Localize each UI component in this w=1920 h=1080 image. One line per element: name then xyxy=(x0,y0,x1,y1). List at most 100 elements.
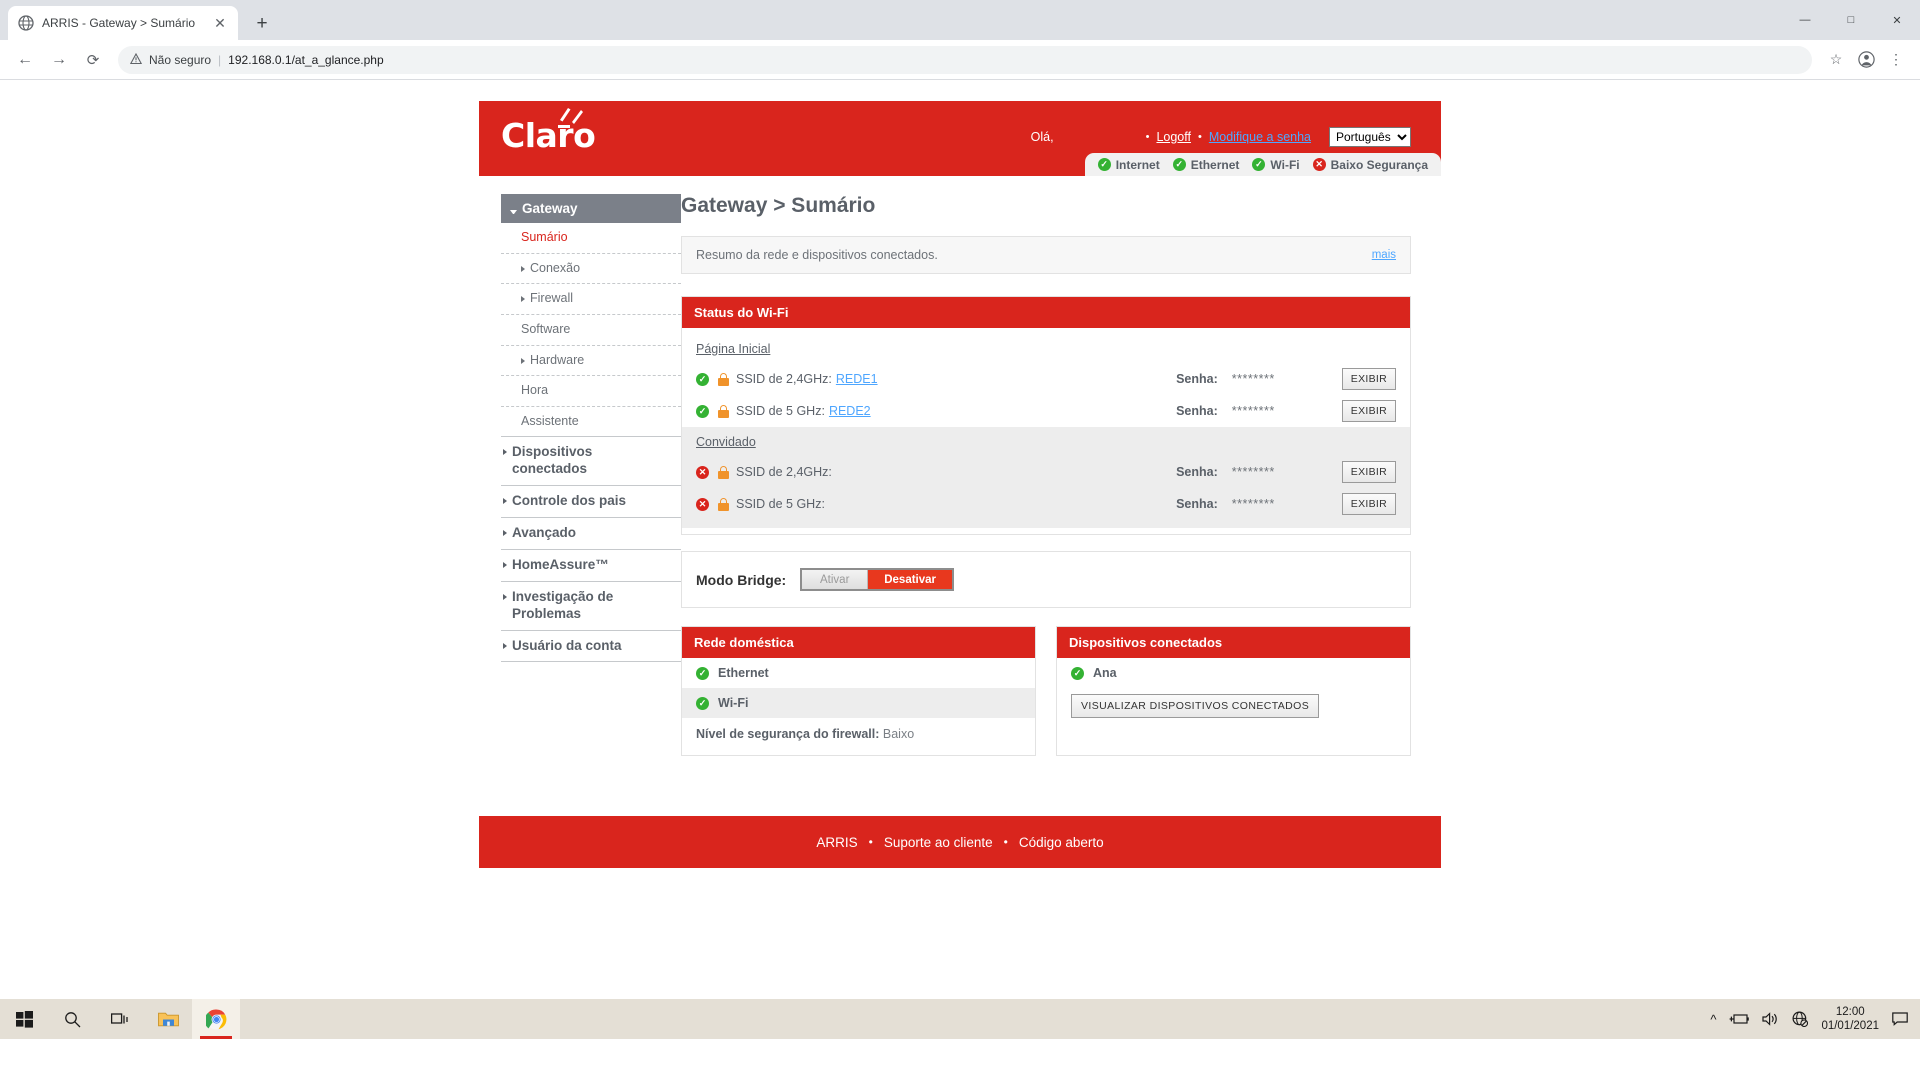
check-circle-icon: ✓ xyxy=(696,666,709,680)
taskbar-search-button[interactable] xyxy=(48,999,96,1039)
profile-avatar-icon[interactable] xyxy=(1852,46,1880,74)
taskbar-clock[interactable]: 12:00 01/01/2021 xyxy=(1821,1005,1879,1034)
reload-icon[interactable]: ⟳ xyxy=(78,45,108,75)
sidebar-item-controle-dos-pais[interactable]: Controle dos pais xyxy=(501,486,681,518)
sidebar-label-firewall: Firewall xyxy=(530,291,574,306)
minimize-button[interactable]: — xyxy=(1782,4,1828,36)
chevron-right-icon xyxy=(503,449,507,456)
claro-logo[interactable]: Claro xyxy=(501,108,596,152)
home-network-row: ✓ Ethernet xyxy=(682,658,1035,688)
close-window-button[interactable]: ✕ xyxy=(1874,4,1920,36)
view-connected-devices-button[interactable]: VISUALIZAR DISPOSITIVOS CONECTADOS xyxy=(1071,694,1320,718)
x-circle-icon: ✕ xyxy=(696,465,709,479)
sidebar-item-sumario[interactable]: Sumário xyxy=(501,223,681,254)
chevron-right-icon xyxy=(521,265,525,272)
exibir-button[interactable]: EXIBIR xyxy=(1341,400,1396,422)
forward-icon[interactable]: → xyxy=(44,45,74,75)
firewall-level-line: Nível de segurança do firewall: Baixo xyxy=(682,718,1035,755)
sidebar-label-homeassure: HomeAssure™ xyxy=(512,556,609,572)
sidebar-item-firewall[interactable]: Firewall xyxy=(501,284,681,315)
sidebar-item-conexao[interactable]: Conexão xyxy=(501,254,681,285)
status-item-ethernet[interactable]: ✓ Ethernet xyxy=(1172,158,1239,172)
chevron-right-icon xyxy=(503,530,507,536)
guest-group-label[interactable]: Convidado xyxy=(682,429,1410,456)
connected-device-name: Ana xyxy=(1093,666,1117,680)
ssid-value-link[interactable]: REDE2 xyxy=(829,404,871,418)
bridge-enable-button[interactable]: Ativar xyxy=(802,570,869,589)
tray-chevron-up-icon[interactable]: ^ xyxy=(1710,1012,1716,1027)
chevron-right-icon xyxy=(503,498,507,505)
home-network-row-label: Wi-Fi xyxy=(718,696,749,710)
footer-support-link[interactable]: Suporte ao cliente xyxy=(884,835,993,850)
senha-label: Senha: xyxy=(1176,372,1218,386)
tab-title: ARRIS - Gateway > Sumário xyxy=(42,16,196,30)
taskbar-chrome-button[interactable] xyxy=(192,999,240,1039)
change-password-link[interactable]: Modifique a senha xyxy=(1209,130,1311,144)
new-tab-button[interactable]: + xyxy=(248,9,276,37)
exibir-button[interactable]: EXIBIR xyxy=(1341,368,1396,390)
start-icon xyxy=(15,1010,33,1028)
sidebar-item-hora[interactable]: Hora xyxy=(501,376,681,407)
ssid-label: SSID de 2,4GHz: xyxy=(736,372,832,386)
lock-icon xyxy=(718,465,729,479)
sidebar-item-avancado[interactable]: Avançado xyxy=(501,518,681,550)
greeting-text: Olá, xyxy=(1030,130,1054,144)
status-item-wifi[interactable]: ✓ Wi-Fi xyxy=(1252,158,1300,172)
browser-menu-icon[interactable]: ⋮ xyxy=(1882,46,1910,74)
x-circle-icon: ✕ xyxy=(696,497,709,511)
back-icon[interactable]: ← xyxy=(10,45,40,75)
firewall-level-value: Baixo xyxy=(882,727,915,741)
sidebar-item-investigacao-de-problemas[interactable]: Investigação de Problemas xyxy=(501,582,681,631)
check-circle-icon: ✓ xyxy=(1071,666,1084,680)
chevron-right-icon xyxy=(503,642,507,649)
maximize-button[interactable]: □ xyxy=(1828,4,1874,36)
sidebar-item-assistente[interactable]: Assistente xyxy=(501,407,681,438)
network-offline-icon[interactable] xyxy=(1792,1011,1809,1027)
header-bullet-2: • xyxy=(1197,131,1202,143)
exibir-button[interactable]: EXIBIR xyxy=(1341,461,1396,483)
taskbar-task-view-button[interactable] xyxy=(96,999,144,1039)
ssid-row-icons: ✕ xyxy=(696,465,736,479)
status-item-security[interactable]: ✕ Baixo Segurança xyxy=(1312,158,1428,172)
home-group-label[interactable]: Página Inicial xyxy=(682,336,1410,363)
sidebar-item-homeassure[interactable]: HomeAssure™ xyxy=(501,550,681,582)
footer-open-source-link[interactable]: Código aberto xyxy=(1019,835,1104,850)
url-text: 192.168.0.1/at_a_glance.php xyxy=(228,52,384,67)
status-item-internet[interactable]: ✓ Internet xyxy=(1097,158,1160,172)
browser-tab[interactable]: ARRIS - Gateway > Sumário ✕ xyxy=(8,6,238,40)
sidebar-item-software[interactable]: Software xyxy=(501,315,681,346)
footer-bullet-1: • xyxy=(868,835,873,849)
logoff-link[interactable]: Logoff xyxy=(1156,130,1191,144)
ssid-value-link[interactable]: REDE1 xyxy=(836,372,878,386)
bookmark-star-icon[interactable]: ☆ xyxy=(1822,46,1850,74)
address-bar[interactable]: Não seguro | 192.168.0.1/at_a_glance.php xyxy=(118,45,1812,74)
tab-favicon-icon xyxy=(18,15,34,31)
sidebar-item-dispositivos-conectados[interactable]: Dispositivos conectados xyxy=(501,437,681,487)
tab-close-icon[interactable]: ✕ xyxy=(212,15,228,31)
battery-icon[interactable] xyxy=(1729,1013,1750,1025)
footer-bullet-2: • xyxy=(1003,835,1008,849)
lock-icon xyxy=(718,404,729,418)
senha-label: Senha: xyxy=(1176,465,1218,479)
volume-icon[interactable] xyxy=(1762,1012,1779,1026)
start-button[interactable] xyxy=(0,1010,48,1028)
toolbar-right: ☆ ⋮ xyxy=(1822,46,1910,74)
claro-swoosh-icon xyxy=(558,108,583,128)
senha-mask: ******** xyxy=(1231,404,1275,418)
connected-devices-title: Dispositivos conectados xyxy=(1057,627,1410,658)
sidebar-item-hardware[interactable]: Hardware xyxy=(501,346,681,377)
summary-more-link[interactable]: mais xyxy=(1372,249,1396,261)
notification-icon[interactable] xyxy=(1892,1012,1908,1026)
language-select[interactable]: Português xyxy=(1329,127,1411,147)
home-network-row-label: Ethernet xyxy=(718,666,769,680)
taskbar-file-explorer-button[interactable] xyxy=(144,999,192,1039)
sidebar-item-gateway[interactable]: Gateway xyxy=(501,194,681,223)
chevron-right-icon xyxy=(503,561,507,568)
sidebar-item-usuario-da-conta[interactable]: Usuário da conta xyxy=(501,631,681,663)
ssid-row-icons: ✕ xyxy=(696,497,736,511)
senha-mask: ******** xyxy=(1231,497,1275,511)
guest-network-block: Convidado ✕ SSID de 2,4GHz: Senha: *****… xyxy=(682,427,1410,528)
bridge-disable-button[interactable]: Desativar xyxy=(868,570,953,589)
exibir-button[interactable]: EXIBIR xyxy=(1341,493,1396,515)
lock-icon xyxy=(718,372,729,386)
